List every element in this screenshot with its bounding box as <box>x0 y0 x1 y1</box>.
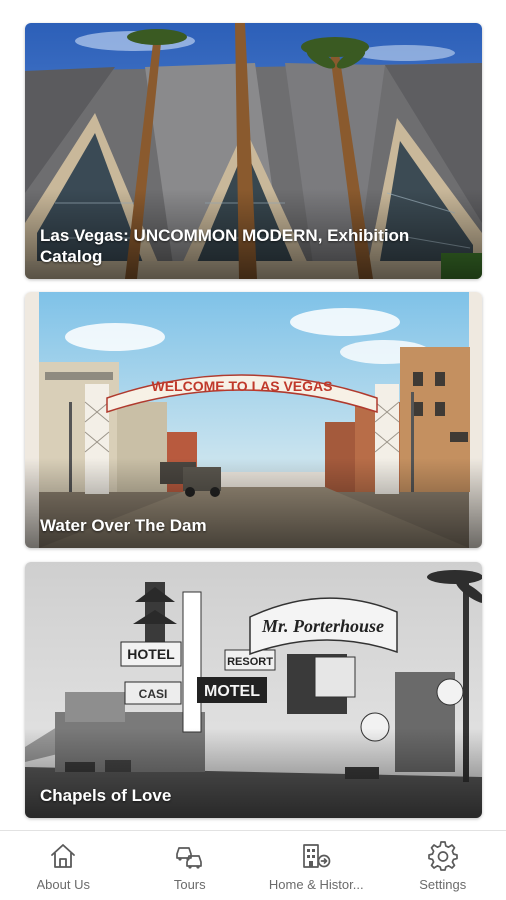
card-title: Las Vegas: UNCOMMON MODERN, Exhibition C… <box>40 226 410 266</box>
tab-tours[interactable]: Tours <box>127 831 254 900</box>
bottom-tab-bar: About Us Tours Home & Histor... Settings <box>0 830 506 900</box>
building-arrow-icon <box>303 844 331 868</box>
svg-text:RESORT: RESORT <box>227 656 273 668</box>
tab-label: Tours <box>173 877 206 892</box>
tab-settings[interactable]: Settings <box>380 831 506 900</box>
tour-card-chapels-of-love[interactable]: HOTEL CASI MOTEL RESORT Mr. Porterhouse <box>25 562 482 818</box>
home-icon <box>51 844 76 868</box>
tab-home-history[interactable]: Home & Histor... <box>253 831 380 900</box>
tab-about-us[interactable]: About Us <box>0 831 127 900</box>
card-title: Water Over The Dam <box>40 516 207 535</box>
tab-label: Home & Histor... <box>268 877 364 892</box>
tour-feed[interactable]: Las Vegas: UNCOMMON MODERN, Exhibition C… <box>0 0 506 830</box>
porterhouse-sign-text: Mr. Porterhouse <box>261 616 384 636</box>
tab-label: Settings <box>419 877 467 892</box>
card-title: Chapels of Love <box>40 786 172 805</box>
arch-sign-text: WELCOME TO LAS VEGAS <box>152 378 333 394</box>
tab-label: About Us <box>36 877 90 892</box>
svg-text:HOTEL: HOTEL <box>127 646 175 662</box>
gear-icon <box>427 841 458 871</box>
tour-card-uncommon-modern[interactable]: Las Vegas: UNCOMMON MODERN, Exhibition C… <box>25 23 482 279</box>
cars-icon <box>175 847 202 869</box>
svg-text:MOTEL: MOTEL <box>204 683 260 700</box>
svg-text:CASI: CASI <box>139 687 168 701</box>
tour-card-water-over-the-dam[interactable]: WELCOME TO LAS VEGAS Water Over The Dam <box>25 292 482 548</box>
